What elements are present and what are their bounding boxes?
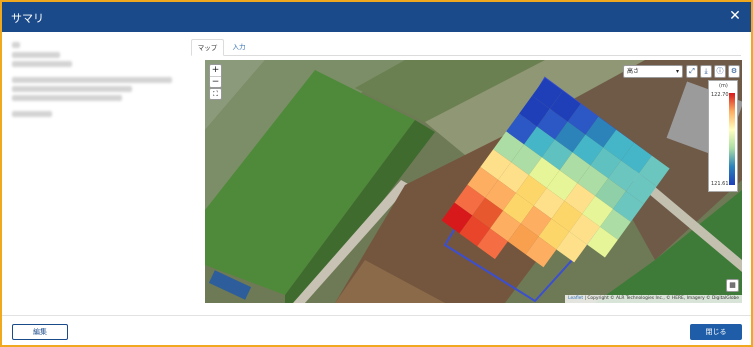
map-view[interactable]: + − ⛶ 高さ ▾ ⤢ ⤓ ⓘ ⚙ (m) 122.70 121.61 ▦ L…: [205, 60, 742, 303]
dialog-title: サマリ: [11, 12, 44, 25]
chevron-down-icon: ▾: [675, 68, 679, 75]
zoom-control: + −: [209, 64, 222, 88]
map-attribution: Leaflet | Copyright © ALR Technologies I…: [565, 295, 742, 303]
summary-dialog: サマリ ✕ マップ 入力 + − ⛶ 高さ ▾ ⤢ ⤓ ⓘ ⚙ (m) 122.…: [2, 2, 751, 345]
legend-min: 121.61: [711, 181, 729, 187]
legend-max: 122.70: [711, 92, 729, 98]
dialog-titlebar: サマリ ✕: [2, 2, 751, 32]
info-icon[interactable]: ⓘ: [714, 65, 726, 78]
zoom-in-button[interactable]: +: [210, 65, 221, 76]
tab-map[interactable]: マップ: [191, 39, 224, 56]
footer-divider: [2, 315, 751, 316]
legend-color-bar: [729, 93, 735, 185]
summary-details-redacted: [12, 42, 187, 122]
tab-input[interactable]: 入力: [228, 39, 250, 56]
layer-select-value: 高さ: [627, 68, 640, 75]
settings-icon[interactable]: ⚙: [728, 65, 740, 78]
close-icon[interactable]: ✕: [727, 8, 743, 24]
fit-bounds-icon[interactable]: ⛶: [209, 88, 222, 100]
tab-bar: マップ 入力: [191, 39, 741, 56]
zoom-out-button[interactable]: −: [210, 76, 221, 87]
legend-unit: (m): [719, 83, 728, 89]
satellite-imagery: [205, 60, 742, 303]
layer-select[interactable]: 高さ ▾: [623, 65, 683, 78]
download-icon[interactable]: ⤓: [700, 65, 712, 78]
close-button[interactable]: 閉じる: [690, 324, 742, 340]
map-icon[interactable]: ▦: [726, 279, 739, 292]
edit-button[interactable]: 編集: [12, 324, 68, 340]
expand-icon[interactable]: ⤢: [686, 65, 698, 78]
elevation-legend: (m) 122.70 121.61: [708, 80, 738, 192]
leaflet-link[interactable]: Leaflet: [568, 296, 583, 301]
attribution-text: | Copyright © ALR Technologies Inc., © H…: [583, 296, 739, 301]
